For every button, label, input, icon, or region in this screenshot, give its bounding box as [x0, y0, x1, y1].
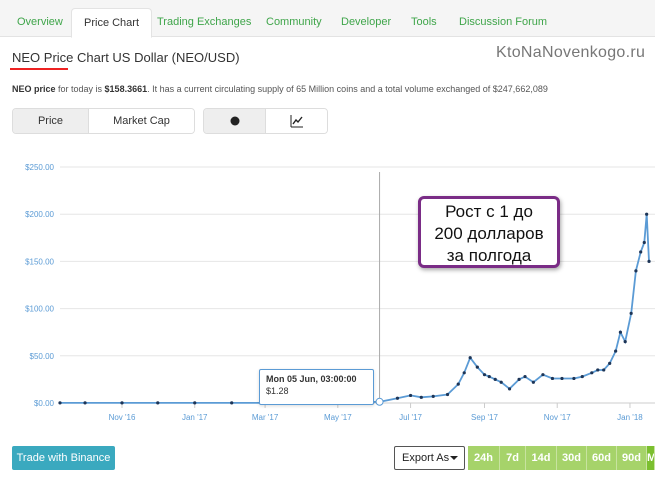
range-max-button[interactable]: M: [647, 446, 655, 470]
data-point: [647, 259, 651, 263]
data-point: [623, 340, 627, 344]
hover-marker: [375, 397, 384, 406]
data-point: [156, 401, 160, 405]
data-point: [193, 401, 197, 405]
y-tick-label: $150.00: [25, 257, 54, 266]
trade-with-binance-button[interactable]: Trade with Binance: [12, 446, 115, 470]
tab-price-chart[interactable]: Price Chart: [71, 8, 153, 38]
desc-text-2: . It has a current circulating supply of…: [147, 84, 548, 94]
range-24h-button[interactable]: 24h: [468, 446, 500, 470]
data-point: [58, 401, 62, 405]
dot-view-button[interactable]: [204, 109, 265, 133]
data-point: [517, 377, 521, 381]
range-30d-button[interactable]: 30d: [557, 446, 587, 470]
data-point: [507, 387, 512, 391]
data-point: [482, 373, 487, 377]
range-7d-button[interactable]: 7d: [500, 446, 526, 470]
x-tick-label: Jan '18: [617, 413, 643, 422]
x-tick-label: Nov '16: [109, 413, 136, 422]
coin-name: NEO price: [12, 84, 56, 94]
tab-trading-exchanges[interactable]: Trading Exchanges: [157, 0, 251, 37]
data-point: [408, 393, 413, 398]
chart-tooltip: Mon 05 Jun, 03:00:00 $1.28: [259, 369, 374, 405]
export-label: Export As: [402, 452, 450, 464]
tooltip-date: Mon 05 Jun, 03:00:00: [266, 374, 357, 384]
export-as-dropdown[interactable]: Export As: [394, 446, 465, 470]
view-toggle: [203, 108, 328, 134]
market-cap-toggle-button[interactable]: Market Cap: [88, 109, 194, 133]
data-point: [550, 376, 555, 381]
data-point: [499, 380, 503, 384]
x-tick-label: Sep '17: [471, 413, 498, 422]
data-point: [395, 396, 400, 400]
data-point: [645, 212, 649, 216]
range-60d-button[interactable]: 60d: [587, 446, 617, 470]
title-underline: [10, 68, 68, 70]
data-point: [475, 365, 479, 369]
y-tick-label: $0.00: [34, 399, 55, 408]
y-tick-label: $100.00: [25, 305, 54, 314]
line-view-button[interactable]: [265, 109, 327, 133]
data-point: [618, 330, 623, 334]
tab-community[interactable]: Community: [266, 0, 322, 37]
y-tick-label: $50.00: [30, 352, 55, 361]
page-title: NEO Price Chart US Dollar (NEO/USD): [12, 50, 240, 65]
data-point: [614, 349, 618, 353]
data-point: [634, 269, 638, 273]
metric-toggle: Price Market Cap: [12, 108, 195, 134]
data-point: [531, 380, 535, 384]
data-point: [580, 374, 584, 379]
x-tick-label: Jul '17: [399, 413, 422, 422]
line-chart-icon: [290, 115, 303, 128]
data-point: [602, 368, 606, 372]
data-point: [120, 401, 124, 405]
data-point: [468, 356, 472, 360]
price-toggle-button[interactable]: Price: [13, 109, 88, 133]
data-point: [230, 401, 234, 405]
annotation-line-2: 200 долларов: [434, 224, 544, 243]
annotation-line-3: за полгода: [446, 246, 532, 265]
tab-tools[interactable]: Tools: [411, 0, 437, 37]
range-selector: 24h 7d 14d 30d 60d 90d M: [468, 446, 655, 470]
range-14d-button[interactable]: 14d: [526, 446, 557, 470]
data-point: [541, 373, 545, 377]
data-point: [493, 377, 497, 381]
data-point: [419, 395, 423, 399]
annotation-callout: Рост с 1 до 200 долларов за полгода: [418, 196, 560, 268]
data-point: [431, 394, 435, 398]
watermark: KtoNaNovenkogo.ru: [496, 44, 646, 61]
data-point: [596, 368, 600, 372]
data-point: [590, 371, 594, 375]
data-point: [608, 361, 612, 365]
x-tick-label: Jan '17: [182, 413, 208, 422]
x-tick-label: May '17: [324, 413, 352, 422]
tooltip-value: $1.28: [266, 386, 289, 396]
data-point: [629, 311, 633, 315]
data-point: [560, 376, 564, 381]
desc-text-1: for today is: [55, 84, 105, 94]
data-point: [572, 376, 576, 381]
annotation-line-1: Рост с 1 до: [445, 202, 533, 221]
y-tick-label: $250.00: [25, 163, 54, 172]
dot-icon: [230, 116, 239, 126]
tab-bar: Overview Price Chart Trading Exchanges C…: [0, 0, 655, 38]
x-tick-label: Mar '17: [252, 413, 279, 422]
tab-developer[interactable]: Developer: [341, 0, 391, 37]
data-point: [445, 392, 450, 397]
data-point: [462, 371, 466, 375]
tab-discussion-forum[interactable]: Discussion Forum: [459, 0, 547, 37]
tab-overview[interactable]: Overview: [17, 0, 63, 37]
data-point: [456, 382, 460, 386]
data-point: [83, 401, 87, 405]
y-tick-label: $200.00: [25, 210, 54, 219]
x-tick-label: Nov '17: [544, 413, 571, 422]
price-description: NEO price for today is $158.3661. It has…: [12, 84, 548, 94]
data-point: [642, 240, 646, 245]
data-point: [487, 374, 491, 379]
range-90d-button[interactable]: 90d: [617, 446, 647, 470]
current-price: $158.3661: [104, 84, 148, 94]
caret-down-icon: [450, 456, 458, 460]
data-point: [639, 250, 643, 254]
data-point: [523, 374, 527, 379]
